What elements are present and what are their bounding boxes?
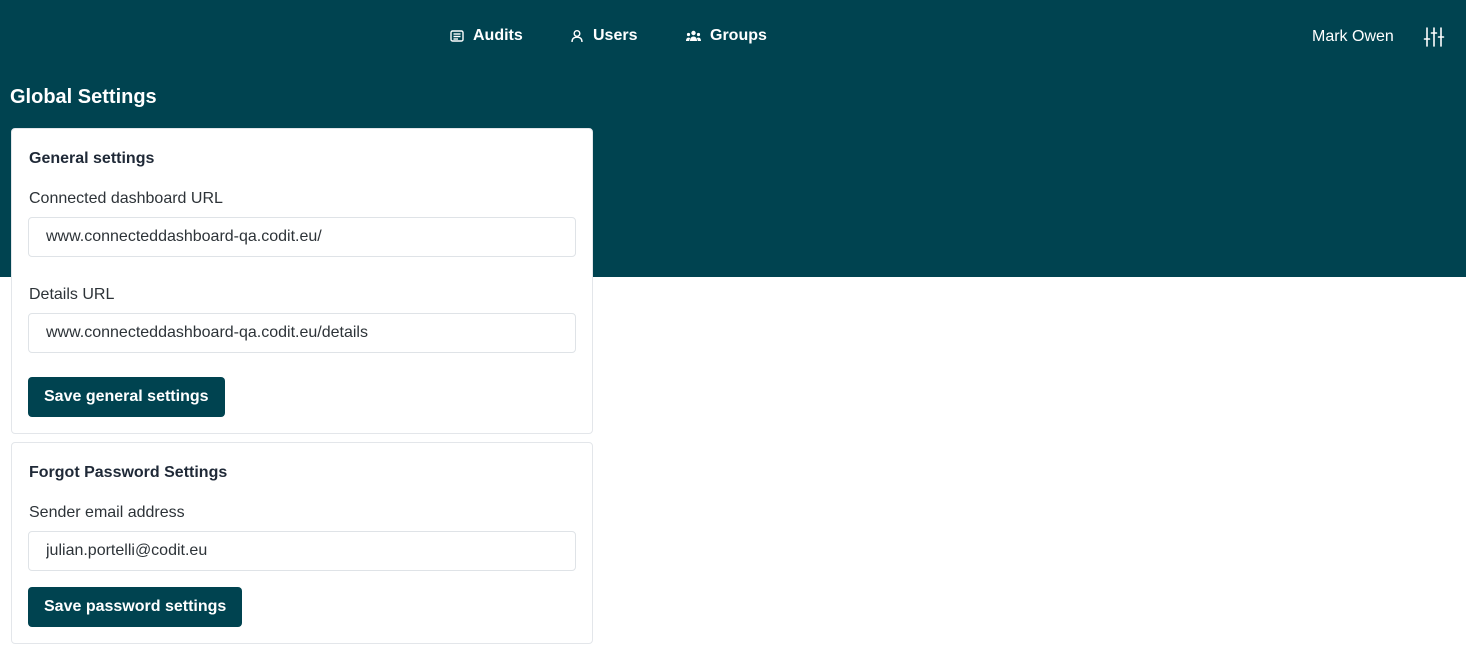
save-password-settings-button[interactable]: Save password settings — [28, 587, 243, 627]
nav-item-users[interactable]: Users — [569, 25, 637, 47]
sliders-icon[interactable] — [1423, 26, 1445, 48]
details-url-input[interactable] — [28, 313, 576, 353]
forgot-password-settings-card: Forgot Password Settings Sender email ad… — [11, 442, 593, 644]
dashboard-url-label: Connected dashboard URL — [29, 190, 223, 207]
save-general-settings-button[interactable]: Save general settings — [28, 377, 225, 417]
nav-label-groups: Groups — [710, 27, 767, 44]
page-title: Global Settings — [10, 86, 157, 108]
nav-label-users: Users — [593, 27, 638, 44]
user-icon — [571, 30, 583, 43]
details-url-label: Details URL — [29, 286, 115, 303]
forgot-password-settings-title: Forgot Password Settings — [29, 464, 228, 481]
nav-item-groups[interactable]: Groups — [685, 25, 767, 47]
general-settings-title: General settings — [29, 150, 155, 167]
nav-label-audits: Audits — [473, 27, 523, 44]
dashboard-url-input[interactable] — [28, 217, 576, 257]
sender-email-label: Sender email address — [29, 504, 185, 521]
users-group-icon — [686, 30, 701, 41]
nav-item-audits[interactable]: Audits — [449, 25, 523, 47]
sender-email-input[interactable] — [28, 531, 576, 571]
general-settings-card: General settings Connected dashboard URL… — [11, 128, 593, 434]
current-user-name[interactable]: Mark Owen — [1312, 28, 1394, 46]
top-navigation: Audits Users Groups Mark Owen — [0, 0, 1466, 72]
newspaper-icon — [450, 30, 464, 42]
